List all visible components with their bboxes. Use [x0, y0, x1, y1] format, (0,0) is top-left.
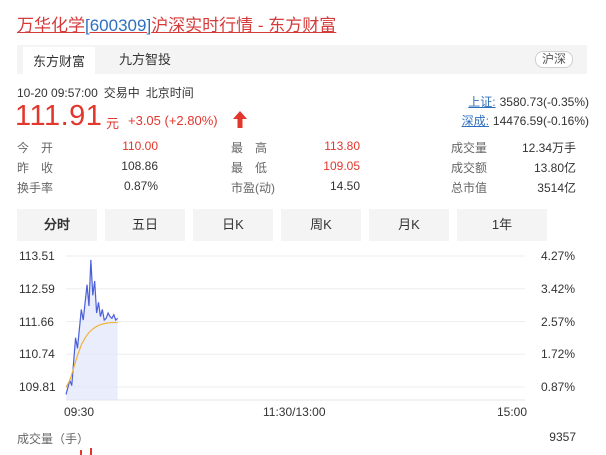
- volume-label: 成交量（手）: [17, 432, 90, 446]
- volume-max-label: 9357: [549, 430, 576, 444]
- volume-bar: [80, 450, 82, 455]
- intraday-chart[interactable]: [0, 0, 606, 455]
- volume-bar: [90, 448, 92, 455]
